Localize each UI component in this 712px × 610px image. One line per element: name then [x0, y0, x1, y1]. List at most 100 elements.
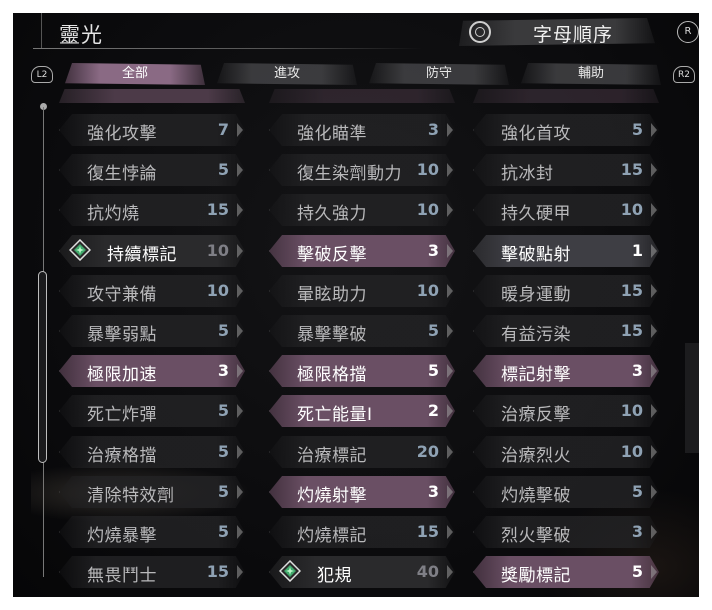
aura-name: 抗冰封 — [501, 164, 554, 184]
page-title: 靈光 — [59, 23, 103, 47]
aura-cell[interactable]: 無畏鬥士 15 — [59, 556, 245, 588]
aura-cell[interactable]: 極限加速 3 — [59, 355, 245, 387]
scrollbar-thumb[interactable] — [38, 271, 47, 463]
aura-cell[interactable]: 極限格擋 5 — [269, 355, 455, 387]
aura-cost: 3 — [427, 241, 439, 260]
aura-cell[interactable]: 清除特效劑 5 — [59, 476, 245, 508]
aura-cell[interactable]: 犯規 40 — [269, 556, 455, 588]
aura-name: 治療烈火 — [501, 446, 571, 466]
aura-name: 獎勵標記 — [501, 566, 571, 586]
aura-cost: 5 — [217, 160, 229, 179]
cell-arrow-icon — [237, 284, 243, 298]
aura-cost: 3 — [217, 361, 229, 380]
aura-cell[interactable]: 有益污染 15 — [473, 315, 659, 347]
aura-cost: 15 — [206, 562, 229, 581]
cell-arrow-icon — [651, 445, 657, 459]
aura-cost: 1 — [631, 241, 643, 260]
cell-arrow-icon — [447, 364, 453, 378]
cell-arrow-icon — [651, 485, 657, 499]
aura-cell[interactable]: 抗冰封 15 — [473, 154, 659, 186]
aura-cell[interactable]: 持久硬甲 10 — [473, 194, 659, 226]
aura-cost: 5 — [217, 321, 229, 340]
tab-3[interactable]: 防守 — [369, 63, 509, 85]
aura-name: 灼燒標記 — [297, 526, 367, 546]
title-divider — [33, 48, 423, 49]
aura-cell[interactable]: 攻守兼備 10 — [59, 275, 245, 307]
aura-cost: 5 — [631, 482, 643, 501]
aura-cost: 10 — [206, 241, 229, 260]
aura-cell[interactable]: 治療標記 20 — [269, 436, 455, 468]
aura-cell[interactable]: 死亡炸彈 5 — [59, 395, 245, 427]
aura-cost: 10 — [620, 401, 643, 420]
cell-arrow-icon — [447, 404, 453, 418]
equipped-gem-icon — [279, 560, 301, 582]
cell-arrow-icon — [651, 404, 657, 418]
aura-name: 灼燒射擊 — [297, 486, 367, 506]
r2-button-icon[interactable]: R2 — [673, 66, 695, 83]
aura-name: 烈火擊破 — [501, 526, 571, 546]
tab-2[interactable]: 進攻 — [217, 63, 357, 85]
aura-cell[interactable]: 復生悖論 5 — [59, 154, 245, 186]
aura-name: 死亡能量I — [297, 405, 373, 425]
cell-arrow-icon — [651, 244, 657, 258]
l2-button-icon[interactable]: L2 — [31, 66, 53, 83]
aura-cell[interactable]: 持續標記 10 — [59, 235, 245, 267]
aura-name: 攻守兼備 — [87, 285, 157, 305]
aura-cell[interactable]: 強化首攻 5 — [473, 114, 659, 146]
cell-arrow-icon — [237, 565, 243, 579]
aura-cost: 5 — [427, 321, 439, 340]
aura-name: 治療格擋 — [87, 446, 157, 466]
aura-name: 極限加速 — [87, 365, 157, 385]
aura-name: 持久強力 — [297, 204, 367, 224]
aura-cell[interactable]: 灼燒暴擊 5 — [59, 516, 245, 548]
aura-cost: 3 — [427, 120, 439, 139]
aura-name: 復生悖論 — [87, 164, 157, 184]
aura-name: 標記射擊 — [501, 365, 571, 385]
aura-cell[interactable]: 強化攻擊 7 — [59, 114, 245, 146]
aura-cost: 3 — [427, 482, 439, 501]
cell-arrow-icon — [447, 123, 453, 137]
aura-cell[interactable]: 治療反擊 10 — [473, 395, 659, 427]
cell-arrow-icon — [447, 485, 453, 499]
aura-cell[interactable]: 標記射擊 3 — [473, 355, 659, 387]
cell-arrow-icon — [237, 123, 243, 137]
aura-cell[interactable]: 烈火擊破 3 — [473, 516, 659, 548]
game-screen: 靈光 字母順序 R L2 R2 全部 進攻 防守 輔助 強化攻擊 7 強化瞄準 3 強化首攻 5… — [13, 13, 699, 597]
aura-cost: 15 — [416, 522, 439, 541]
aura-cell[interactable]: 持久強力 10 — [269, 194, 455, 226]
aura-cell[interactable]: 復生染劑動力 10 — [269, 154, 455, 186]
aura-cost: 5 — [217, 401, 229, 420]
cell-arrow-icon — [447, 445, 453, 459]
cell-arrow-icon — [237, 324, 243, 338]
aura-cell[interactable]: 擊破反擊 3 — [269, 235, 455, 267]
aura-cell[interactable]: 暖身運動 15 — [473, 275, 659, 307]
aura-cost: 5 — [217, 522, 229, 541]
aura-cell[interactable]: 灼燒擊破 5 — [473, 476, 659, 508]
cell-arrow-icon — [651, 203, 657, 217]
aura-cell[interactable]: 強化瞄準 3 — [269, 114, 455, 146]
aura-cost: 10 — [416, 281, 439, 300]
aura-cell[interactable]: 死亡能量I 2 — [269, 395, 455, 427]
aura-name: 復生染劑動力 — [297, 164, 402, 184]
aura-cell[interactable]: 暴擊擊破 5 — [269, 315, 455, 347]
aura-cell[interactable]: 灼燒標記 15 — [269, 516, 455, 548]
cell-arrow-icon — [651, 123, 657, 137]
aura-cost: 40 — [416, 562, 439, 581]
aura-cell[interactable]: 抗灼燒 15 — [59, 194, 245, 226]
aura-cell[interactable]: 灼燒射擊 3 — [269, 476, 455, 508]
aura-cell[interactable]: 暈眩助力 10 — [269, 275, 455, 307]
aura-name: 暈眩助力 — [297, 285, 367, 305]
cell-arrow-icon — [447, 284, 453, 298]
aura-cell[interactable]: 獎勵標記 5 — [473, 556, 659, 588]
aura-cost: 10 — [416, 160, 439, 179]
aura-cell[interactable]: 擊破點射 1 — [473, 235, 659, 267]
aura-cell[interactable]: 治療格擋 5 — [59, 436, 245, 468]
tab-4[interactable]: 輔助 — [521, 63, 661, 85]
aura-name: 暴擊擊破 — [297, 325, 367, 345]
sort-label[interactable]: 字母順序 — [533, 20, 613, 47]
aura-cost: 15 — [620, 160, 643, 179]
aura-cell[interactable]: 暴擊弱點 5 — [59, 315, 245, 347]
tab-1[interactable]: 全部 — [65, 63, 205, 85]
aura-cell[interactable]: 治療烈火 10 — [473, 436, 659, 468]
title-divider-tick — [41, 13, 42, 49]
